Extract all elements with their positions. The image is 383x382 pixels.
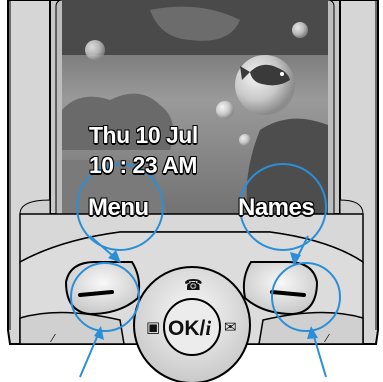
house-phone-icon: ☎ — [184, 276, 203, 294]
ok-text: OK/ — [168, 317, 206, 340]
envelope-icon: ✉ — [224, 318, 237, 336]
phone-illustration: ⁄ ⁄ Thu 10 Jul 10 : 23 AM Menu Names ☎ ▣… — [0, 0, 383, 382]
info-icon: i — [205, 316, 212, 340]
ok-key-label[interactable]: OK/i — [168, 316, 211, 341]
date-label: Thu 10 Jul — [89, 122, 198, 148]
menu-softkey-label[interactable]: Menu — [88, 194, 149, 222]
send-key[interactable] — [19, 311, 125, 345]
names-softkey-label[interactable]: Names — [238, 194, 315, 222]
time-label: 10 : 23 AM — [89, 152, 197, 178]
camera-icon: ▣ — [146, 318, 161, 336]
